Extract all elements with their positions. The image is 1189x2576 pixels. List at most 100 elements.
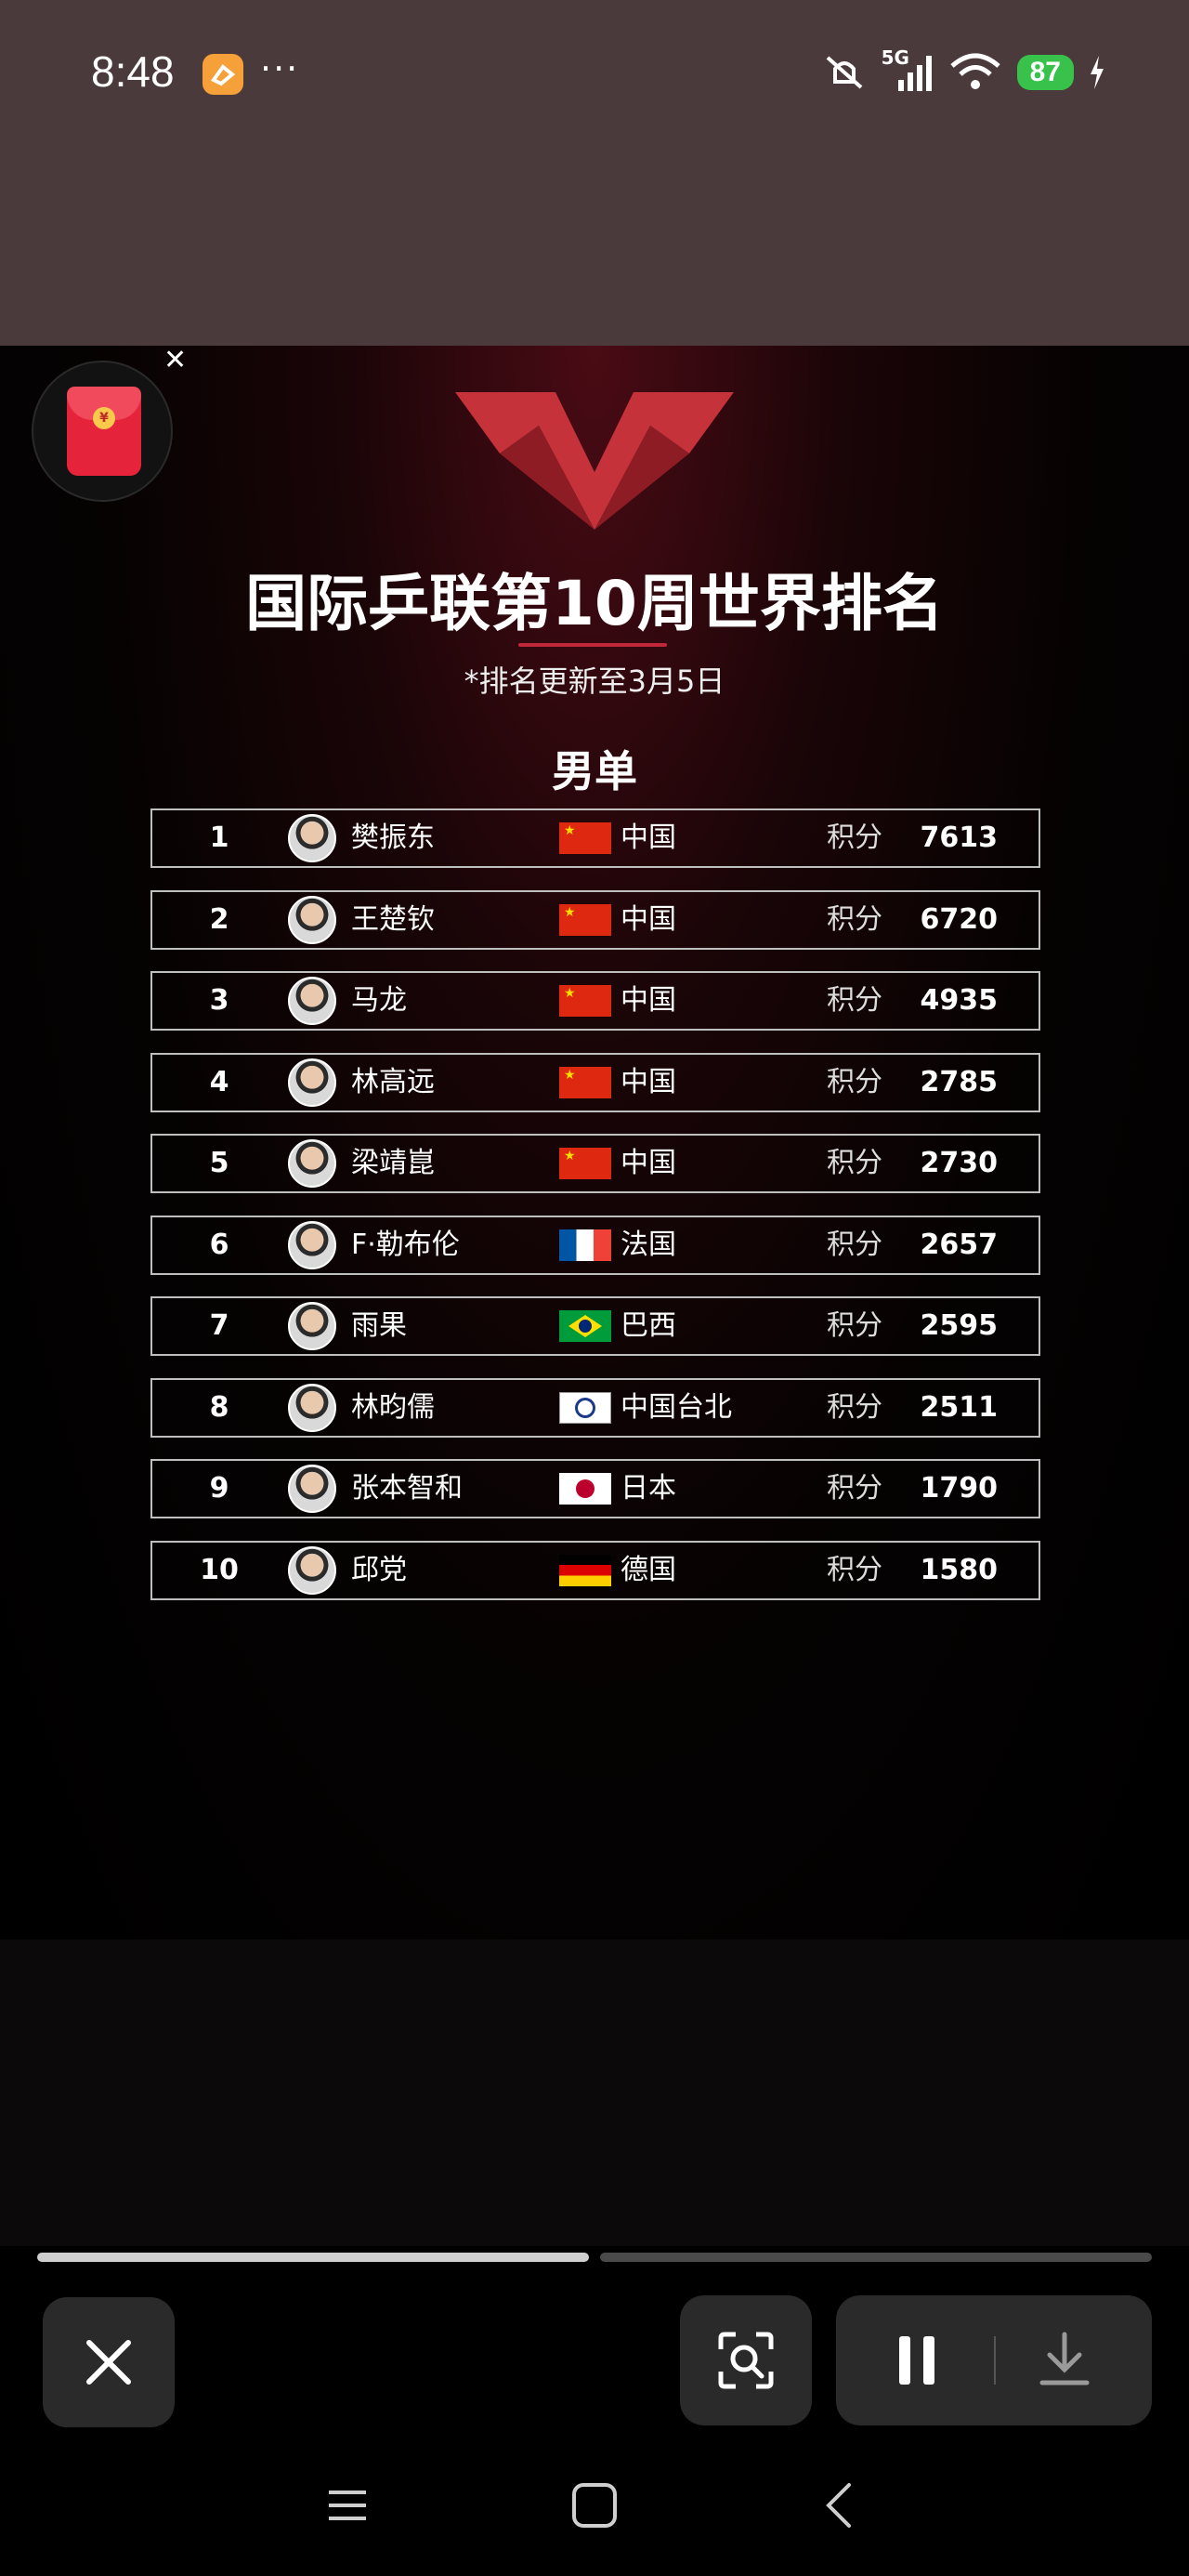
player-name: 樊振东 (351, 821, 435, 854)
poster-subtitle: *排名更新至3月5日 (464, 664, 725, 699)
country-flag-icon (559, 903, 611, 936)
points-value: 2785 (920, 1065, 999, 1098)
player-name: 梁靖崑 (351, 1147, 435, 1179)
charging-icon (1091, 56, 1104, 89)
country-flag-icon (559, 1229, 611, 1261)
player-name: 邱党 (351, 1553, 407, 1586)
country-name: 中国 (621, 1147, 676, 1179)
points-value: 2730 (920, 1147, 999, 1179)
ranking-row: 7 雨果 巴西 积分 2595 (150, 1296, 1040, 1356)
player-name: 雨果 (351, 1309, 407, 1342)
rank-number: 1 (209, 821, 229, 854)
ranking-row: 1 樊振东 中国 积分 7613 (150, 808, 1040, 868)
more-notifications-indicator: ··· (260, 48, 300, 89)
ranking-row: 2 王楚钦 中国 积分 6720 (150, 889, 1040, 950)
close-icon (86, 2340, 131, 2385)
app-notification-icon (203, 54, 243, 95)
points-label: 积分 (827, 902, 882, 936)
ranking-row: 9 张本智和 日本 积分 1790 (150, 1459, 1040, 1518)
points-label: 积分 (827, 1309, 882, 1342)
home-icon[interactable] (570, 2481, 619, 2530)
rank-number: 2 (209, 902, 229, 936)
player-avatar (288, 1058, 336, 1107)
mute-icon (826, 56, 862, 89)
points-value: 1580 (920, 1553, 999, 1586)
player-avatar (288, 1545, 336, 1595)
player-avatar (288, 1383, 336, 1432)
country-flag-icon (559, 822, 611, 854)
close-button[interactable] (43, 2297, 175, 2427)
poster-title: 国际乒联第10周世界排名 (245, 568, 944, 639)
points-label: 积分 (827, 1390, 882, 1424)
section-title: 男单 (552, 746, 637, 796)
country-flag-icon (559, 1391, 611, 1424)
country-flag-icon (559, 1148, 611, 1179)
points-value: 2511 (920, 1390, 999, 1424)
status-icons: 5G 87 (822, 46, 1105, 93)
player-avatar (288, 977, 336, 1025)
rank-number: 7 (209, 1309, 229, 1342)
player-name: 马龙 (351, 984, 407, 1017)
scan-button[interactable] (680, 2295, 812, 2425)
country-flag-icon (559, 1473, 611, 1505)
ittf-logo-icon (455, 392, 734, 530)
player-name: 林昀儒 (351, 1390, 435, 1424)
ranking-table: 1樊振东中国积分76132王楚钦中国积分67203马龙中国积分49354林高远中… (150, 808, 1040, 1622)
country-name: 中国台北 (621, 1390, 732, 1424)
rank-number: 5 (209, 1147, 229, 1179)
player-avatar (288, 1302, 336, 1350)
country-flag-icon (559, 1066, 611, 1098)
player-avatar (288, 1220, 336, 1269)
red-packet-close-icon[interactable]: ✕ (163, 344, 187, 376)
points-label: 积分 (827, 1065, 882, 1098)
ranking-row: 4 林高远 中国 积分 2785 (150, 1052, 1040, 1112)
player-avatar (288, 814, 336, 862)
country-name: 日本 (621, 1472, 676, 1505)
battery-level: 87 (1016, 55, 1074, 90)
country-name: 巴西 (621, 1309, 676, 1342)
ranking-row: 6 F·勒布伦 法国 积分 2657 (150, 1215, 1040, 1275)
rank-number: 4 (209, 1065, 229, 1098)
controls-divider (994, 2336, 996, 2385)
points-value: 4935 (920, 984, 999, 1017)
points-label: 积分 (827, 1472, 882, 1505)
country-flag-icon (559, 1554, 611, 1586)
country-flag-icon (559, 985, 611, 1017)
points-value: 2657 (920, 1228, 999, 1261)
player-avatar (288, 895, 336, 944)
player-name: 林高远 (351, 1065, 435, 1098)
points-label: 积分 (827, 1228, 882, 1261)
ranking-row: 3 马龙 中国 积分 4935 (150, 971, 1040, 1031)
download-icon[interactable] (1037, 2331, 1092, 2388)
system-nav-bar (0, 2453, 1189, 2576)
title-underline (518, 643, 667, 647)
points-value: 6720 (920, 902, 999, 936)
viewer-background (0, 1939, 1189, 2246)
red-packet-button[interactable]: ¥ (32, 361, 173, 502)
country-name: 中国 (621, 902, 676, 936)
progress-segment-next (600, 2253, 1152, 2262)
status-time: 8:48 (91, 47, 175, 96)
rank-number: 10 (200, 1553, 239, 1586)
ranking-row: 10 邱党 德国 积分 1580 (150, 1540, 1040, 1600)
points-label: 积分 (827, 1147, 882, 1179)
menu-icon[interactable] (325, 2483, 370, 2528)
back-icon[interactable] (821, 2481, 858, 2530)
points-label: 积分 (827, 1553, 882, 1586)
ranking-row: 5 梁靖崑 中国 积分 2730 (150, 1134, 1040, 1193)
points-value: 1790 (920, 1472, 999, 1505)
player-name: F·勒布伦 (351, 1228, 460, 1261)
red-packet-icon: ¥ (67, 387, 141, 476)
points-label: 积分 (827, 984, 882, 1017)
player-name: 王楚钦 (351, 902, 435, 936)
rank-number: 6 (209, 1228, 229, 1261)
pause-icon[interactable] (892, 2333, 944, 2388)
country-name: 法国 (621, 1228, 676, 1261)
wifi-icon (949, 53, 1000, 89)
country-name: 德国 (621, 1553, 676, 1586)
story-progress (37, 2253, 1152, 2262)
rank-number: 8 (209, 1390, 229, 1424)
country-name: 中国 (621, 984, 676, 1017)
player-avatar (288, 1139, 336, 1188)
country-name: 中国 (621, 821, 676, 854)
